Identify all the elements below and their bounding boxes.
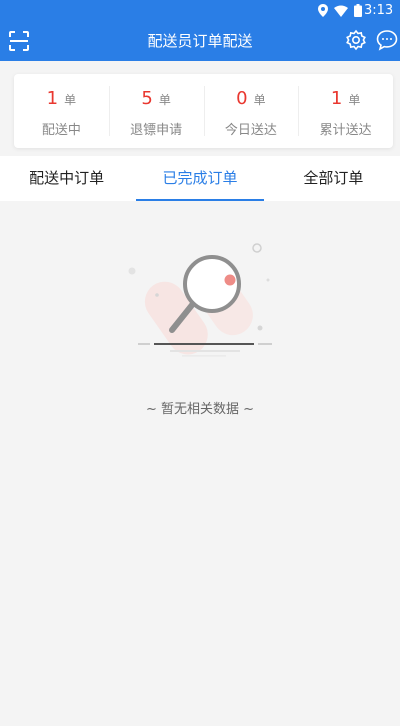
empty-state-illustration	[128, 243, 272, 357]
chat-icon	[376, 30, 398, 51]
settings-button[interactable]	[345, 29, 367, 51]
stat-label: 配送中	[41, 123, 81, 138]
stat-unit: 单	[348, 93, 361, 107]
wifi-icon	[334, 5, 348, 17]
stat-value: 1	[46, 88, 59, 109]
stat-unit: 单	[158, 93, 171, 107]
stat-label: 今日送达	[224, 123, 277, 138]
location-icon	[318, 4, 328, 17]
stat-value: 1	[330, 88, 343, 109]
status-bar: 3:13	[280, 0, 400, 22]
tab-delivering-orders[interactable]: 配送中订单	[0, 156, 133, 201]
order-tabs: 配送中订单 已完成订单 全部订单	[0, 156, 400, 201]
tab-all-orders[interactable]: 全部订单	[267, 156, 400, 201]
stat-label: 退镖申请	[130, 123, 183, 138]
app-header: 3:13 配送员订单配送	[0, 0, 400, 61]
page-title: 配送员订单配送	[147, 32, 253, 50]
stat-delivered-total[interactable]: 1单 累计送达	[298, 74, 393, 148]
battery-icon	[354, 4, 362, 17]
stat-delivering[interactable]: 1单 配送中	[14, 74, 109, 148]
stat-label: 累计送达	[319, 123, 372, 138]
stat-value: 5	[141, 88, 153, 109]
stat-unit: 单	[64, 93, 77, 107]
message-button[interactable]	[376, 29, 398, 51]
stat-delivered-today[interactable]: 0单 今日送达	[203, 74, 299, 148]
status-time: 3:13	[364, 3, 394, 18]
empty-state-text: ~ 暂无相关数据 ~	[145, 402, 255, 417]
gear-icon	[346, 29, 366, 51]
stat-return-requests[interactable]: 5单 退镖申请	[108, 74, 204, 148]
tab-completed-orders[interactable]: 已完成订单	[133, 156, 266, 201]
ground-lines	[138, 343, 272, 357]
stat-value: 0	[236, 88, 248, 109]
stat-unit: 单	[253, 93, 266, 107]
stats-summary-card: 1单 配送中 5单 退镖申请 0单 今日送达 1单 累计送达	[14, 74, 393, 148]
